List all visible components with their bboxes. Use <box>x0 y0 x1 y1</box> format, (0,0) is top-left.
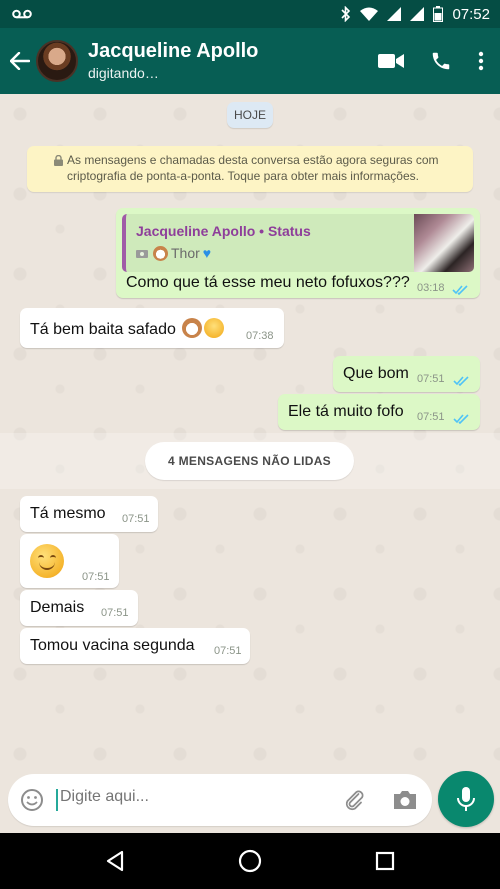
message-text: Que bom <box>343 365 409 382</box>
phone-call-icon[interactable] <box>430 50 452 72</box>
nav-back-icon[interactable] <box>85 833 145 889</box>
avatar[interactable] <box>36 40 78 82</box>
message-list[interactable]: HOJE As mensagens e chamadas desta conve… <box>0 94 500 771</box>
read-ticks-icon <box>452 282 469 300</box>
message-text: Ele tá muito fofo <box>288 403 404 420</box>
message-input[interactable] <box>60 788 320 806</box>
message-text: Como que tá esse meu neto fofuxos??? <box>126 274 410 291</box>
message-time: 07:51 <box>417 373 445 385</box>
attach-icon[interactable] <box>342 788 366 817</box>
lock-icon <box>54 154 63 170</box>
contact-status: digitando… <box>88 65 159 81</box>
voicemail-icon <box>12 9 32 19</box>
unread-messages-chip: 4 MENSAGENS NÃO LIDAS <box>145 442 354 480</box>
bluetooth-icon <box>341 6 351 22</box>
nav-recents-icon[interactable] <box>355 833 415 889</box>
message-time: 07:38 <box>246 330 274 342</box>
text-cursor <box>56 789 58 811</box>
microphone-icon <box>457 787 475 811</box>
message-time: 07:51 <box>101 607 129 619</box>
emoji-icon[interactable] <box>20 788 44 817</box>
message-text: Tomou vacina segunda <box>30 637 195 654</box>
read-ticks-icon <box>453 373 470 391</box>
encryption-notice[interactable]: As mensagens e chamadas desta conversa e… <box>27 146 473 192</box>
contact-info[interactable]: Jacqueline Apollo digitando… <box>88 39 378 83</box>
incoming-message[interactable]: Demais 07:51 <box>20 590 138 626</box>
composer <box>0 771 500 833</box>
incoming-message[interactable]: Tá mesmo 07:51 <box>20 496 158 532</box>
incoming-message[interactable]: Tomou vacina segunda 07:51 <box>20 628 250 664</box>
battery-icon <box>433 6 444 22</box>
chat-header: Jacqueline Apollo digitando… <box>0 28 500 94</box>
message-time: 07:51 <box>214 645 242 657</box>
system-nav-bar <box>0 833 500 889</box>
read-ticks-icon <box>453 411 470 429</box>
contact-name: Jacqueline Apollo <box>88 40 259 62</box>
blue-heart-emoji: ♥ <box>202 245 212 261</box>
encryption-notice-text: As mensagens e chamadas desta conversa e… <box>67 153 439 183</box>
camera-icon[interactable] <box>392 788 418 817</box>
dog-emoji <box>153 245 168 261</box>
message-time: 07:51 <box>82 571 110 583</box>
message-input-container[interactable] <box>8 774 432 826</box>
message-text: Tá bem baita safado <box>30 321 176 338</box>
message-time: 07:51 <box>417 411 445 423</box>
incoming-message-emoji[interactable]: 07:51 <box>20 534 119 588</box>
quoted-text: Thor <box>171 245 200 261</box>
laughing-emoji <box>204 318 225 338</box>
camera-small-icon <box>136 250 148 258</box>
signal-icon-2 <box>410 7 425 21</box>
back-arrow-icon[interactable] <box>2 28 38 94</box>
date-chip: HOJE <box>227 102 273 128</box>
message-time: 07:51 <box>122 513 150 525</box>
more-options-icon[interactable] <box>478 51 484 71</box>
quoted-status[interactable]: Jacqueline Apollo • Status Thor ♥ <box>122 214 474 272</box>
outgoing-message[interactable]: Ele tá muito fofo 07:51 <box>278 394 480 430</box>
status-time: 07:52 <box>452 5 490 23</box>
status-thumbnail <box>414 214 474 272</box>
smiling-face-emoji <box>30 544 64 578</box>
message-text: Demais <box>30 599 85 616</box>
message-text: Tá mesmo <box>30 505 106 522</box>
dog-emoji <box>182 318 203 338</box>
video-call-icon[interactable] <box>378 53 404 69</box>
quoted-name: Jacqueline Apollo • Status <box>136 223 311 239</box>
nav-home-icon[interactable] <box>220 833 280 889</box>
wifi-icon <box>360 7 379 21</box>
outgoing-message[interactable]: Que bom 07:51 <box>333 356 480 392</box>
status-bar: 07:52 <box>0 0 500 28</box>
incoming-message[interactable]: Tá bem baita safado 07:38 <box>20 308 284 348</box>
outgoing-message-reply[interactable]: Jacqueline Apollo • Status Thor ♥ Como q… <box>116 208 480 298</box>
microphone-button[interactable] <box>438 771 494 827</box>
message-time: 03:18 <box>417 282 445 294</box>
signal-icon <box>387 7 402 21</box>
